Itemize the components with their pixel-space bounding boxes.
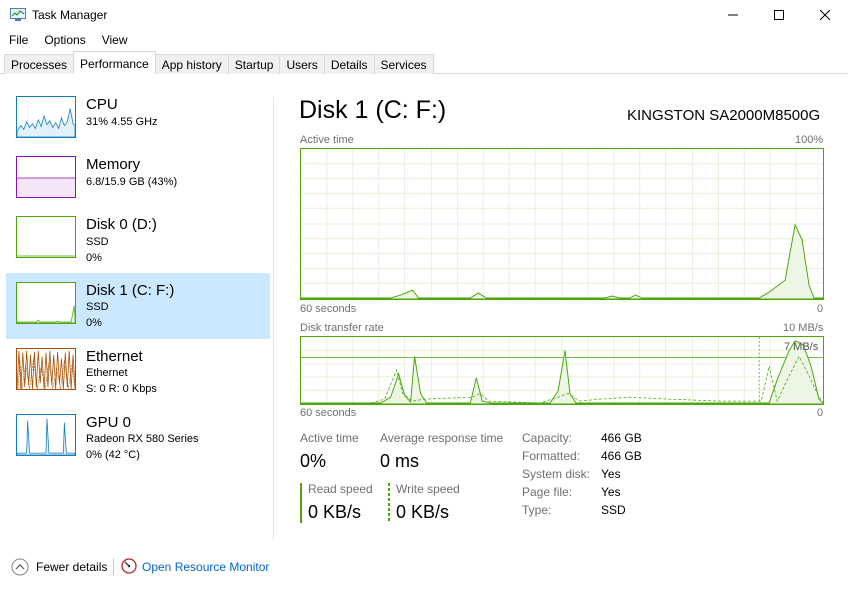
menu-view[interactable]: View xyxy=(94,31,136,51)
capacity-label: Capacity: xyxy=(522,431,573,445)
resource-sidebar: CPU 31% 4.55 GHz Memory 6.8/15.9 GB (43%… xyxy=(0,75,274,540)
active-time-value: 0% xyxy=(300,451,327,471)
sidebar-item-type: SSD xyxy=(86,301,109,313)
tab-app-history[interactable]: App history xyxy=(154,54,229,74)
write-speed-value: 0 KB/s xyxy=(396,502,450,522)
sidebar-item-disk-1[interactable]: Disk 1 (C: F:) SSD 0% xyxy=(6,273,270,339)
tab-services[interactable]: Services xyxy=(373,54,434,74)
write-speed-label: Write speed xyxy=(396,482,460,496)
sidebar-item-usage: 0% (42 °C) xyxy=(86,449,140,461)
sidebar-item-title: CPU xyxy=(86,96,118,113)
menu-file[interactable]: File xyxy=(0,31,36,51)
disk-0-thumbnail-graph xyxy=(16,216,76,258)
capacity-value: 466 GB xyxy=(601,431,642,445)
system-disk-value: Yes xyxy=(601,467,621,481)
sidebar-item-disk-0[interactable]: Disk 0 (D:) SSD 0% xyxy=(6,207,270,271)
formatted-value: 466 GB xyxy=(601,449,642,463)
sidebar-item-title: Disk 1 (C: F:) xyxy=(86,282,175,299)
footer-separator xyxy=(113,558,114,576)
sidebar-item-title: Ethernet xyxy=(86,348,143,365)
fewer-details-button[interactable]: Fewer details xyxy=(36,560,107,574)
memory-thumbnail-graph xyxy=(16,156,76,198)
footer: Fewer details Open Resource Monitor xyxy=(0,545,848,585)
tab-details[interactable]: Details xyxy=(323,54,375,74)
type-value: SSD xyxy=(601,503,626,517)
graph-transfer-rate-duration: 60 seconds xyxy=(300,407,357,419)
sidebar-item-usage: 0% xyxy=(86,317,102,329)
sidebar-item-title: GPU 0 xyxy=(86,414,132,431)
tab-strip: Processes Performance App history Startu… xyxy=(0,51,848,74)
sidebar-item-detail: 31% 4.55 GHz xyxy=(86,116,158,128)
read-speed-label: Read speed xyxy=(308,482,373,496)
graph-active-time-max: 100% xyxy=(795,134,824,146)
read-speed-value: 0 KB/s xyxy=(308,502,362,522)
sidebar-item-cpu[interactable]: CPU 31% 4.55 GHz xyxy=(6,87,270,151)
graph-transfer-rate-min: 0 xyxy=(817,407,824,419)
active-time-label: Active time xyxy=(300,431,359,445)
sidebar-item-memory[interactable]: Memory 6.8/15.9 GB (43%) xyxy=(6,147,270,211)
menu-bar: File Options View xyxy=(0,31,136,51)
page-file-value: Yes xyxy=(601,485,621,499)
page-file-label: Page file: xyxy=(522,485,573,499)
tab-startup[interactable]: Startup xyxy=(227,54,281,74)
page-title: Disk 1 (C: F:) xyxy=(299,96,447,124)
ethernet-thumbnail-graph xyxy=(16,348,76,390)
graph-active-time-min: 0 xyxy=(817,303,824,315)
tab-processes[interactable]: Processes xyxy=(4,54,75,74)
formatted-label: Formatted: xyxy=(522,449,581,463)
window-title: Task Manager xyxy=(32,8,108,22)
active-time-graph xyxy=(300,148,824,300)
graph-transfer-rate-label: Disk transfer rate xyxy=(300,322,384,334)
chevron-up-icon[interactable] xyxy=(11,558,29,576)
sidebar-divider xyxy=(273,97,274,539)
sidebar-item-title: Memory xyxy=(86,156,141,173)
sidebar-item-title: Disk 0 (D:) xyxy=(86,216,157,233)
tab-users[interactable]: Users xyxy=(279,54,325,74)
close-button[interactable] xyxy=(802,0,848,30)
minimize-icon xyxy=(728,14,738,16)
sidebar-item-gpu-0[interactable]: GPU 0 Radeon RX 580 Series 0% (42 °C) xyxy=(6,405,270,469)
read-speed-indicator xyxy=(300,483,302,523)
disk-1-thumbnail-graph xyxy=(16,282,76,324)
sidebar-item-usage: 0% xyxy=(86,252,102,264)
resource-monitor-icon xyxy=(121,558,137,574)
transfer-rate-graph xyxy=(300,336,824,405)
write-speed-indicator xyxy=(388,483,390,523)
avg-response-value: 0 ms xyxy=(380,451,420,471)
sidebar-item-ethernet[interactable]: Ethernet Ethernet S: 0 R: 0 Kbps xyxy=(6,339,270,403)
maximize-icon xyxy=(774,10,784,20)
close-icon xyxy=(820,10,830,20)
gpu-thumbnail-graph xyxy=(16,414,76,456)
minimize-button[interactable] xyxy=(710,0,756,30)
avg-response-label: Average response time xyxy=(380,431,504,445)
tab-performance[interactable]: Performance xyxy=(73,51,156,74)
menu-options[interactable]: Options xyxy=(36,31,93,51)
sidebar-item-model: Radeon RX 580 Series xyxy=(86,433,199,445)
graph-active-time-duration: 60 seconds xyxy=(300,303,357,315)
sidebar-item-throughput: S: 0 R: 0 Kbps xyxy=(86,383,157,395)
maximize-button[interactable] xyxy=(756,0,802,30)
title-bar: Task Manager xyxy=(0,0,848,30)
graph-transfer-rate-max: 10 MB/s xyxy=(783,322,824,334)
type-label: Type: xyxy=(522,503,552,517)
sidebar-item-type: SSD xyxy=(86,236,109,248)
device-model: KINGSTON SA2000M8500G xyxy=(627,107,821,124)
graph-transfer-rate-marker: 7 MB/s xyxy=(784,341,819,353)
graph-active-time-label: Active time xyxy=(300,134,354,146)
sidebar-item-detail: 6.8/15.9 GB (43%) xyxy=(86,176,178,188)
sidebar-item-adapter: Ethernet xyxy=(86,367,128,379)
system-disk-label: System disk: xyxy=(522,467,591,481)
cpu-thumbnail-graph xyxy=(16,96,76,138)
open-resource-monitor-link[interactable]: Open Resource Monitor xyxy=(142,560,269,574)
task-manager-icon xyxy=(10,8,26,21)
